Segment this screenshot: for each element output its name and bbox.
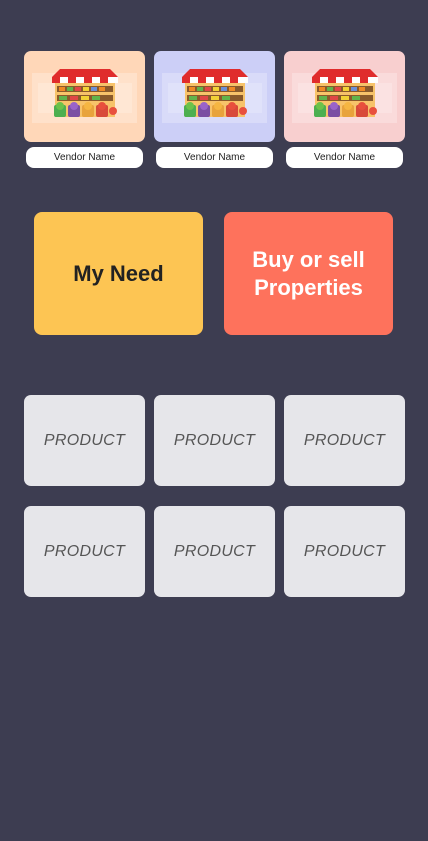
product-card[interactable]: PRODUCT bbox=[24, 506, 145, 597]
vendor-thumbnail[interactable] bbox=[24, 51, 145, 142]
vendor-card[interactable]: Vendor Name bbox=[24, 51, 145, 168]
action-tiles: My Need Buy or sell Properties bbox=[34, 212, 393, 335]
vendor-list: Vendor Name Vendor Name Vendor Name bbox=[24, 51, 405, 168]
product-card[interactable]: PRODUCT bbox=[284, 395, 405, 486]
home-screen: Vendor Name Vendor Name Vendor Name My N… bbox=[0, 0, 428, 841]
product-card[interactable]: PRODUCT bbox=[24, 395, 145, 486]
vendor-name-label: Vendor Name bbox=[156, 147, 273, 168]
my-need-button[interactable]: My Need bbox=[34, 212, 203, 335]
market-stall-icon bbox=[292, 69, 397, 123]
vendor-thumbnail[interactable] bbox=[284, 51, 405, 142]
product-grid: PRODUCT PRODUCT PRODUCT PRODUCT PRODUCT … bbox=[24, 395, 405, 597]
vendor-card[interactable]: Vendor Name bbox=[284, 51, 405, 168]
product-card[interactable]: PRODUCT bbox=[154, 506, 275, 597]
vendor-name-label: Vendor Name bbox=[286, 147, 403, 168]
product-card[interactable]: PRODUCT bbox=[154, 395, 275, 486]
product-card[interactable]: PRODUCT bbox=[284, 506, 405, 597]
market-stall-icon bbox=[162, 69, 267, 123]
vendor-name-label: Vendor Name bbox=[26, 147, 143, 168]
vendor-card[interactable]: Vendor Name bbox=[154, 51, 275, 168]
buy-sell-properties-button[interactable]: Buy or sell Properties bbox=[224, 212, 393, 335]
market-stall-icon bbox=[32, 69, 137, 123]
vendor-thumbnail[interactable] bbox=[154, 51, 275, 142]
